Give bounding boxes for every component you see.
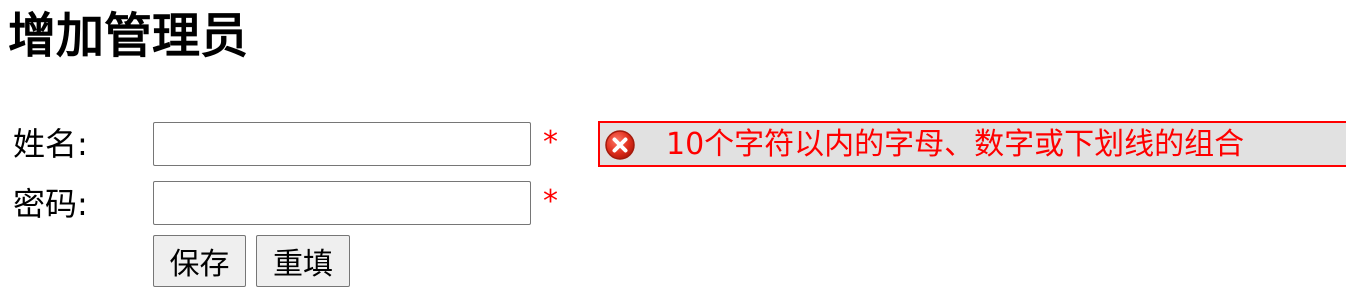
page-title: 增加管理员 [8,8,249,64]
name-label: 姓名: [13,125,88,163]
name-error-tip: 10个字符以内的字母、数字或下划线的组合 [598,121,1346,167]
reset-button[interactable]: 重填 [256,235,350,287]
add-admin-page: 增加管理员 姓名: * 10个字符以内的字母、数字或下划线的组合 密码: * 保… [0,0,1346,297]
password-label: 密码: [13,185,88,223]
name-input[interactable] [153,122,531,166]
name-error-message: 10个字符以内的字母、数字或下划线的组合 [666,127,1245,162]
name-required-mark: * [543,125,558,160]
error-circle-x-icon [604,129,636,161]
password-required-mark: * [543,184,558,219]
password-input[interactable] [153,181,531,225]
save-button[interactable]: 保存 [153,235,246,287]
